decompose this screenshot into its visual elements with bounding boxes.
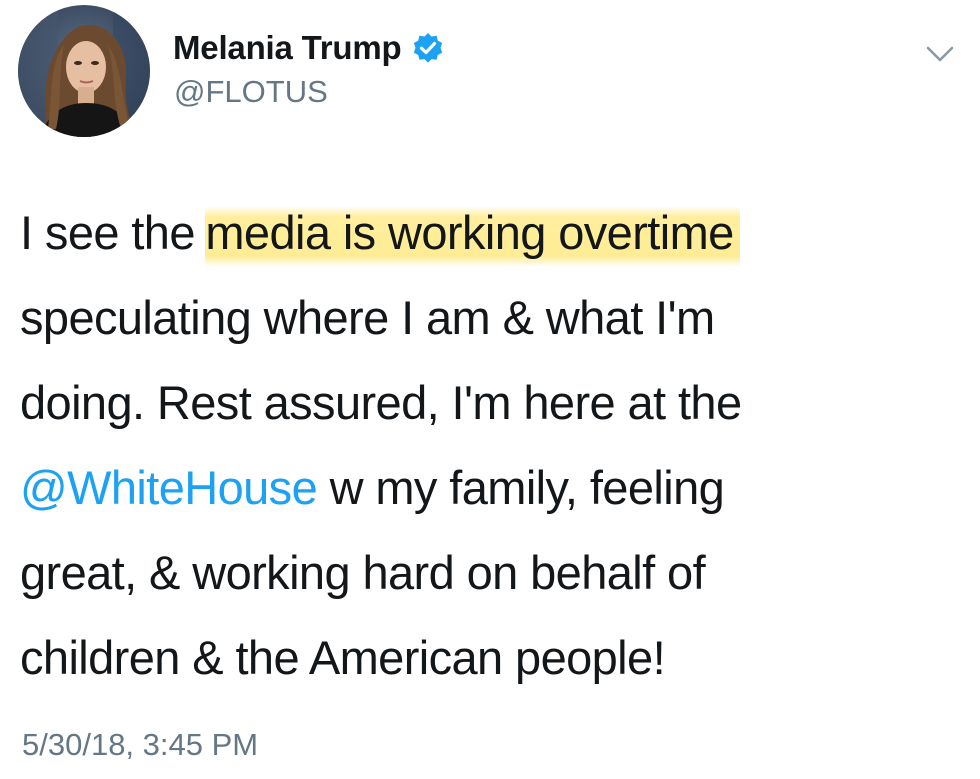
tweet-text: I see the media is working overtime spec… — [20, 190, 960, 700]
tweet-text-segment: I see the — [20, 206, 208, 259]
verified-badge-icon — [412, 32, 444, 64]
mention-link[interactable]: @WhiteHouse — [20, 461, 318, 514]
tweet-timestamp[interactable]: 5/30/18, 3:45 PM — [22, 727, 258, 763]
avatar[interactable] — [18, 5, 150, 137]
user-handle[interactable]: @FLOTUS — [174, 74, 328, 110]
name-row: Melania Trump — [173, 26, 444, 70]
avatar-image — [18, 5, 150, 137]
tweet-line: doing. Rest assured, I'm here at the — [20, 376, 742, 429]
tweet-line: children & the American people! — [20, 631, 666, 684]
tweet-card: Melania Trump @FLOTUS I see the media is… — [0, 0, 980, 779]
tweet-line: speculating where I am & what I'm — [20, 291, 715, 344]
tweet-line: I see the media is working overtime — [20, 190, 960, 275]
chevron-down-icon[interactable] — [924, 42, 956, 66]
highlighted-text: media is working overtime — [205, 206, 740, 267]
tweet-line: @WhiteHouse w my family, feeling — [20, 445, 960, 530]
display-name[interactable]: Melania Trump — [173, 29, 402, 67]
tweet-text-segment: w my family, feeling — [317, 461, 725, 514]
tweet-line: great, & working hard on behalf of — [20, 546, 706, 599]
